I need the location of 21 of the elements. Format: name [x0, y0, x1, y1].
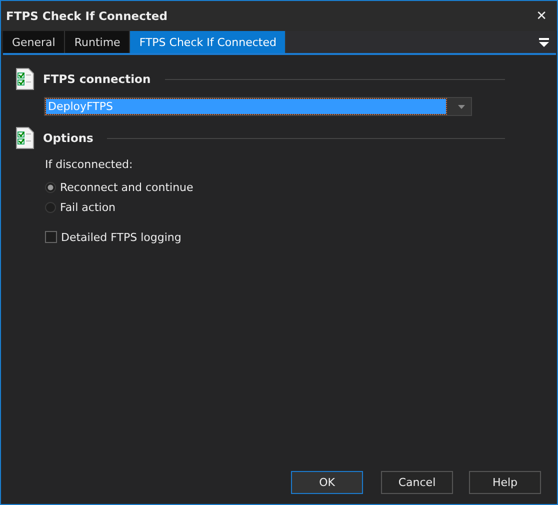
- radio-label[interactable]: Reconnect and continue: [60, 180, 194, 194]
- option-prompt: If disconnected:: [45, 158, 134, 171]
- caret-icon[interactable]: [458, 104, 465, 108]
- section-heading: Options: [43, 131, 94, 145]
- close-button[interactable]: ✕: [536, 8, 547, 24]
- dialog-button[interactable]: Help: [469, 471, 541, 494]
- checklist-icon: [16, 127, 34, 149]
- dialog-button[interactable]: Cancel: [381, 471, 453, 494]
- radio-button[interactable]: [45, 202, 56, 212]
- checklist-icon: [16, 68, 34, 90]
- checkbox-label[interactable]: Detailed FTPS logging: [61, 230, 182, 244]
- section-heading: FTPS connection: [43, 72, 151, 86]
- window-title: FTPS Check If Connected: [6, 9, 168, 23]
- menu-icon[interactable]: [539, 37, 549, 47]
- dialog-button[interactable]: OK: [291, 471, 363, 494]
- tab[interactable]: Runtime: [65, 31, 130, 53]
- checkbox[interactable]: [45, 231, 57, 243]
- tab[interactable]: General: [3, 31, 66, 53]
- tab[interactable]: FTPS Check If Connected: [130, 31, 286, 53]
- radio-button[interactable]: [45, 182, 56, 192]
- radio-label[interactable]: Fail action: [60, 200, 116, 214]
